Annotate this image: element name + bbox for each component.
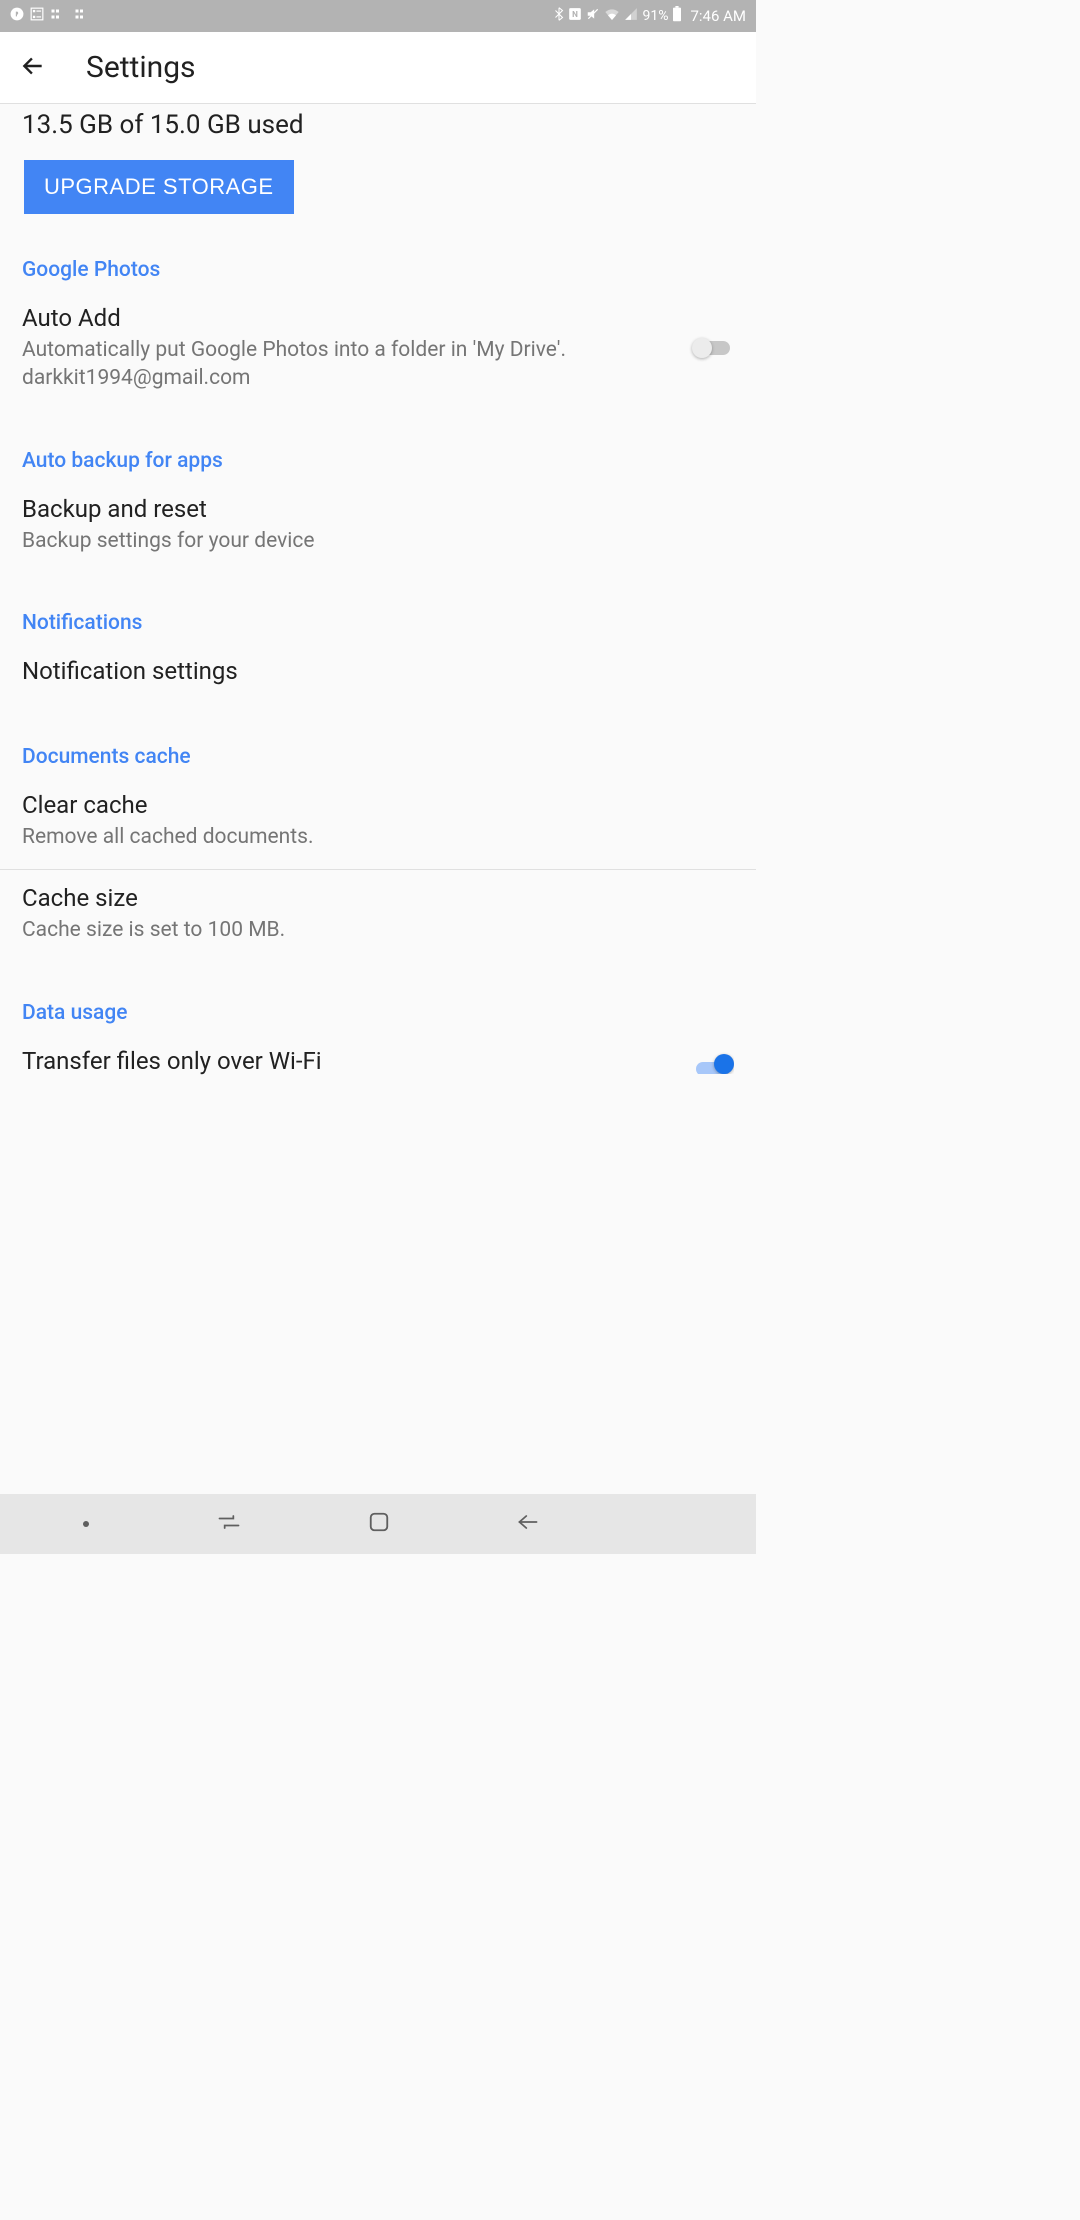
section-header-google-photos: Google Photos <box>0 244 756 290</box>
status-bar: N 91% 7:46 AM <box>0 0 756 32</box>
nfc-icon: N <box>568 7 582 25</box>
wifi-only-toggle[interactable] <box>692 1052 734 1074</box>
navigation-bar <box>0 1494 756 1554</box>
notification-settings-item[interactable]: Notification settings <box>0 643 756 707</box>
app-icon-1 <box>30 7 44 25</box>
home-button[interactable] <box>368 1511 390 1537</box>
clock: 7:46 AM <box>690 7 746 25</box>
app-icon-2 <box>50 8 68 24</box>
auto-add-subtitle: Automatically put Google Photos into a f… <box>22 336 672 393</box>
nav-indicator-dot <box>83 1521 89 1527</box>
section-header-notifications: Notifications <box>0 597 756 643</box>
backup-reset-subtitle: Backup settings for your device <box>22 527 734 555</box>
notification-settings-title: Notification settings <box>22 657 734 685</box>
cache-size-item[interactable]: Cache size Cache size is set to 100 MB. <box>0 870 756 962</box>
recents-button[interactable] <box>216 1513 242 1535</box>
auto-add-item[interactable]: Auto Add Automatically put Google Photos… <box>0 290 756 411</box>
back-arrow-icon[interactable] <box>20 53 46 83</box>
clear-cache-subtitle: Remove all cached documents. <box>22 823 734 851</box>
wifi-icon <box>604 8 620 24</box>
signal-icon <box>624 7 638 25</box>
auto-add-title: Auto Add <box>22 304 672 332</box>
battery-percent: 91% <box>642 8 668 24</box>
page-title: Settings <box>86 50 196 85</box>
settings-content[interactable]: 13.5 GB of 15.0 GB used UPGRADE STORAGE … <box>0 104 756 1494</box>
app-icon-3 <box>74 8 92 24</box>
back-button[interactable] <box>516 1513 540 1535</box>
bluetooth-icon <box>554 7 564 25</box>
backup-reset-item[interactable]: Backup and reset Backup settings for you… <box>0 481 756 573</box>
cache-size-subtitle: Cache size is set to 100 MB. <box>22 916 734 944</box>
section-header-auto-backup: Auto backup for apps <box>0 435 756 481</box>
section-header-data-usage: Data usage <box>0 987 756 1033</box>
cache-size-title: Cache size <box>22 884 734 912</box>
mute-icon <box>586 7 600 25</box>
media-icon <box>10 7 24 25</box>
upgrade-storage-button[interactable]: UPGRADE STORAGE <box>24 160 294 214</box>
svg-text:N: N <box>573 9 579 19</box>
battery-icon <box>672 6 682 26</box>
auto-add-toggle[interactable] <box>692 336 734 360</box>
section-header-documents-cache: Documents cache <box>0 731 756 777</box>
clear-cache-title: Clear cache <box>22 791 734 819</box>
wifi-only-item[interactable]: Transfer files only over Wi-Fi <box>0 1033 756 1079</box>
clear-cache-item[interactable]: Clear cache Remove all cached documents. <box>0 777 756 869</box>
status-left-icons <box>10 7 92 25</box>
backup-reset-title: Backup and reset <box>22 495 734 523</box>
app-bar: Settings <box>0 32 756 104</box>
status-right-icons: N 91% 7:46 AM <box>554 6 746 26</box>
wifi-only-title: Transfer files only over Wi-Fi <box>22 1047 672 1075</box>
storage-usage-text: 13.5 GB of 15.0 GB used <box>0 110 756 140</box>
